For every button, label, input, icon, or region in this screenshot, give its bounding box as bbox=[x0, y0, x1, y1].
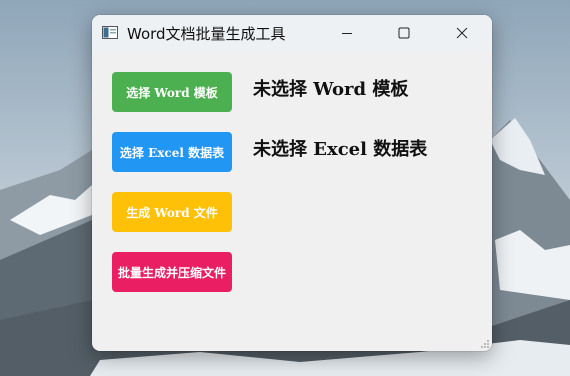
title-bar[interactable]: Word文档批量生成工具 bbox=[92, 15, 492, 51]
generate-word-button[interactable]: 生成 Word 文件 bbox=[112, 192, 232, 232]
minimize-button[interactable] bbox=[324, 15, 370, 51]
batch-generate-zip-button[interactable]: 批量生成并压缩文件 bbox=[112, 252, 232, 292]
app-icon bbox=[102, 26, 118, 39]
close-icon bbox=[456, 27, 468, 39]
excel-data-status: 未选择 Excel 数据表 bbox=[253, 139, 428, 160]
window-title: Word文档批量生成工具 bbox=[127, 25, 286, 43]
word-template-status: 未选择 Word 模板 bbox=[253, 79, 409, 100]
select-excel-data-button[interactable]: 选择 Excel 数据表 bbox=[112, 132, 232, 172]
resize-grip-icon[interactable] bbox=[479, 338, 489, 348]
close-button[interactable] bbox=[439, 15, 485, 51]
minimize-icon bbox=[342, 33, 352, 34]
app-window: Word文档批量生成工具 选择 Word 模板 选择 Excel 数据表 生成 … bbox=[92, 15, 492, 351]
select-word-template-button[interactable]: 选择 Word 模板 bbox=[112, 72, 232, 112]
maximize-button[interactable] bbox=[381, 15, 427, 51]
maximize-icon bbox=[398, 27, 410, 39]
